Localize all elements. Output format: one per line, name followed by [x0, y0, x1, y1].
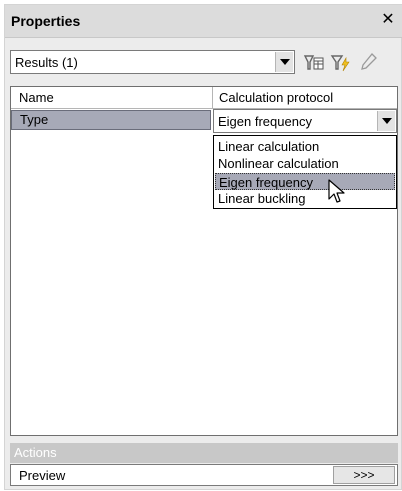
- calculation-protocol-value: Eigen frequency: [218, 114, 312, 129]
- action-label-preview: Preview: [19, 468, 66, 483]
- calculation-protocol-dropdown: Linear calculation Nonlinear calculation…: [213, 135, 397, 209]
- property-name-type[interactable]: Type: [11, 110, 211, 130]
- column-header-name[interactable]: Name: [11, 87, 213, 109]
- chevron-down-icon[interactable]: [377, 111, 395, 131]
- dropdown-option[interactable]: Linear buckling: [215, 190, 395, 207]
- close-icon[interactable]: ✕: [379, 11, 397, 29]
- results-combo[interactable]: Results (1): [10, 50, 295, 74]
- results-combo-value: Results (1): [15, 55, 78, 70]
- dropdown-option[interactable]: Nonlinear calculation: [215, 155, 395, 172]
- property-grid: Name Calculation protocol Type Eigen fre…: [10, 86, 398, 436]
- panel-title: Properties: [11, 13, 81, 29]
- panel-titlebar: Properties ✕: [5, 5, 402, 38]
- mouse-cursor-icon: [327, 179, 347, 205]
- preview-run-button[interactable]: >>>: [333, 466, 395, 484]
- calculation-protocol-select[interactable]: Eigen frequency: [213, 109, 397, 133]
- actions-header: Actions: [10, 443, 398, 463]
- column-header-calculation-protocol[interactable]: Calculation protocol: [213, 87, 397, 109]
- filter-table-icon[interactable]: [303, 50, 325, 74]
- dropdown-option-selected[interactable]: Eigen frequency: [215, 173, 395, 190]
- filter-lightning-icon[interactable]: [330, 50, 352, 74]
- pencil-icon[interactable]: [357, 50, 379, 74]
- dropdown-option[interactable]: Linear calculation: [215, 138, 395, 155]
- chevron-down-icon[interactable]: [275, 52, 293, 72]
- action-row-preview[interactable]: Preview >>>: [10, 464, 398, 486]
